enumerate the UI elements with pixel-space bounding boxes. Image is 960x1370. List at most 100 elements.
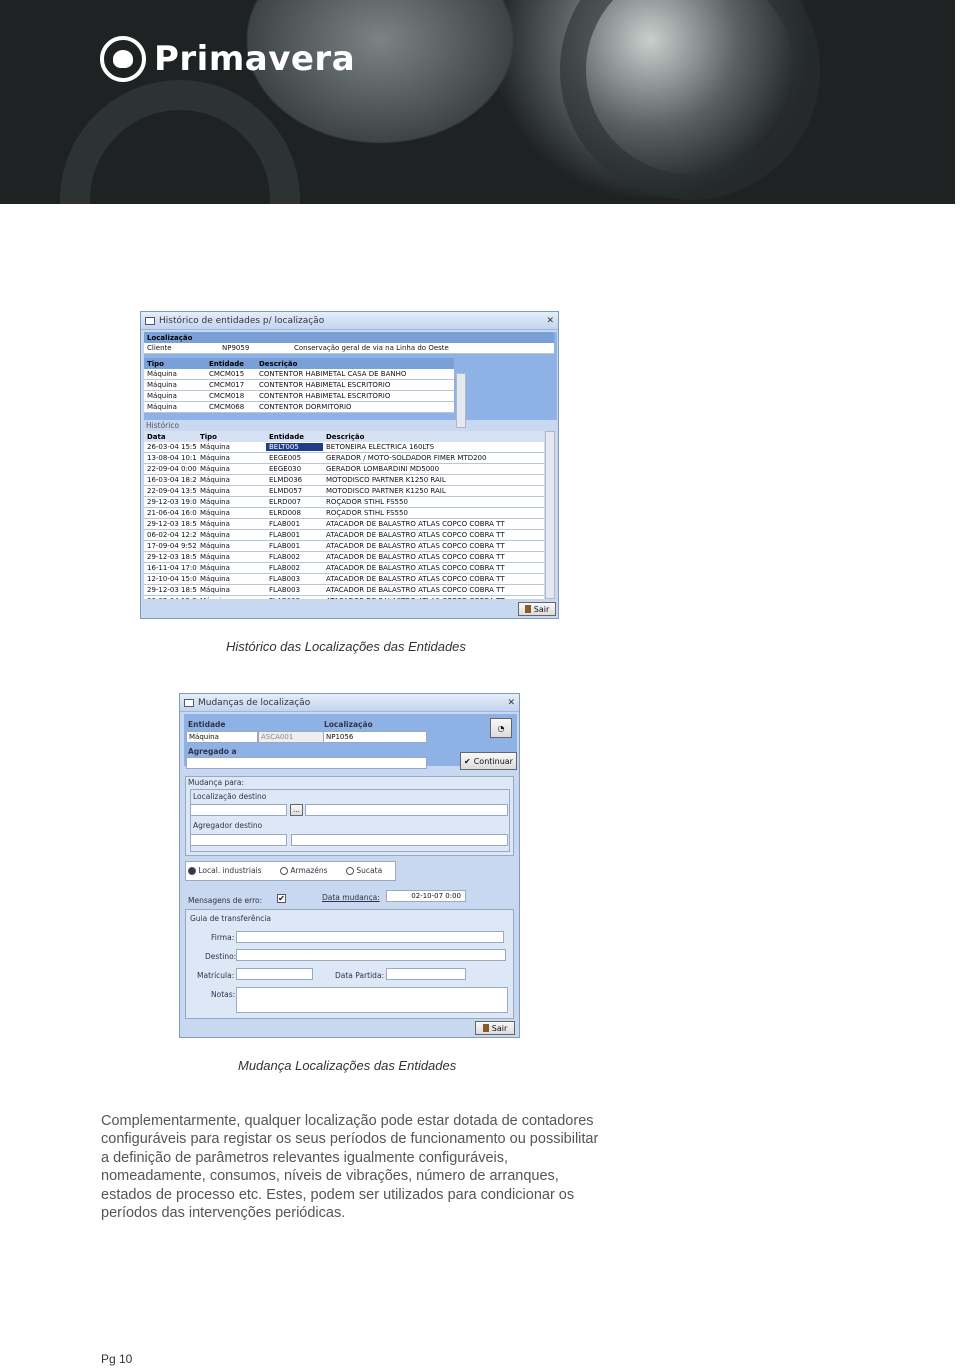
table-row[interactable]: 16-11-04 17:03 Máquina FLAB002 ATACADOR DE … — [144, 563, 544, 574]
exit-button[interactable]: Sair — [475, 1021, 515, 1035]
mudanca-label: Mudança para: — [188, 778, 245, 787]
radio-armazens[interactable]: Armazéns — [280, 866, 328, 875]
table-cell: Máquina — [200, 498, 230, 506]
table-row[interactable]: 17-09-04 9:52 Máquina FLAB001 ATACADOR DE B… — [144, 541, 544, 552]
location-label: Localização — [147, 333, 193, 342]
table-row[interactable]: 16-03-04 18:27 Máquina ELMD036 MOTODISCO PA… — [144, 475, 544, 486]
table-cell: 22-09-04 0:00 — [147, 465, 197, 473]
paragraph-line: configuráveis para registar os seus perí… — [101, 1131, 599, 1148]
table-row[interactable]: 29-12-03 19:07 Máquina ELRD007 ROÇADOR STIH… — [144, 497, 544, 508]
localizacao-field[interactable]: NP1056 — [323, 731, 427, 743]
paragraph-line: estados de processo etc. Estes, podem se… — [101, 1186, 575, 1203]
agregado-field[interactable] — [186, 757, 427, 769]
table-cell: ATACADOR DE BALASTRO ATLAS COPCO COBRA T… — [323, 597, 505, 599]
table-cell: Máquina — [200, 553, 230, 561]
firma-select[interactable] — [236, 931, 504, 943]
table-row[interactable]: 06-02-04 12:26MáquinaFLAB003ATACADOR DE … — [144, 596, 544, 599]
radio-icon — [346, 867, 354, 875]
table-cell: CMCM018 — [209, 392, 245, 400]
window-title: Histórico de entidades p/ localização — [159, 315, 325, 326]
loc-destino-select[interactable] — [190, 804, 287, 816]
firma-label: Firma: — [211, 933, 235, 942]
col-data: Data — [147, 432, 166, 441]
table-cell: Máquina — [147, 403, 177, 411]
mensagens-checkbox[interactable]: ✔ — [277, 894, 286, 903]
agregado-label: Agregado a — [188, 747, 237, 756]
table-row[interactable]: 22-09-04 13:51 Máquina ELMD057 MOTODISCO PA… — [144, 486, 544, 497]
table-row[interactable]: 13-08-04 10:16 Máquina EEGE005 GERADOR / MO… — [144, 453, 544, 464]
table-cell: ELMD036 — [269, 476, 303, 484]
close-button[interactable]: ✕ — [546, 316, 554, 326]
table-row[interactable]: 29-12-03 18:50 Máquina FLAB002 ATACADOR DE … — [144, 552, 544, 563]
loc-destino-desc[interactable] — [305, 804, 508, 816]
entidade-code-field[interactable]: ASCA001 — [258, 731, 324, 743]
table-cell: EEGE030 — [269, 465, 302, 473]
window-title: Mudanças de localização — [198, 697, 311, 708]
gauge-icon: ◔ — [497, 723, 505, 733]
exit-button[interactable]: Sair — [518, 602, 556, 616]
table-row[interactable]: Máquina CMCM018 CONTENTOR HABIMETAL ESCRIT… — [144, 391, 454, 402]
table-row[interactable]: Máquina CMCM015 CONTENTOR HABIMETAL CASA D… — [144, 369, 454, 380]
entities-header: Tipo Entidade Descrição — [144, 358, 454, 369]
table-cell: ROÇADOR STIHL FS550 — [326, 498, 408, 506]
table-row[interactable]: Máquina CMCM068 CONTENTOR DORMITÓRIO — [144, 402, 454, 413]
scrollbar[interactable] — [545, 431, 555, 599]
ellipsis-button[interactable]: ... — [290, 804, 303, 816]
guia-label: Guia de transferência — [190, 914, 272, 923]
table-cell: ATACADOR DE BALASTRO ATLAS COPCO COBRA T… — [326, 520, 505, 528]
entidade-type-field[interactable]: Máquina — [186, 731, 258, 743]
table-cell: ATACADOR DE BALASTRO ATLAS COPCO COBRA T… — [326, 553, 505, 561]
radio-industrial[interactable]: Local. industriais — [188, 866, 262, 875]
table-row[interactable]: 06-02-04 12:26 Máquina FLAB001 ATACADOR DE … — [144, 530, 544, 541]
title-bar: Histórico de entidades p/ localização ✕ — [141, 312, 558, 330]
agregador-desc[interactable] — [291, 834, 508, 846]
col-descricao: Descrição — [326, 432, 365, 441]
continue-button[interactable]: ✔ Continuar — [460, 752, 517, 770]
table-row[interactable]: 12-10-04 15:07 Máquina FLAB003 ATACADOR DE … — [144, 574, 544, 585]
table-cell: FLAB001 — [269, 542, 301, 550]
table-cell: 26-03-04 15:54 — [147, 443, 197, 451]
table-row[interactable]: 29-12-03 18:50 Máquina FLAB003 ATACADOR DE … — [144, 585, 544, 596]
table-cell: Máquina — [147, 392, 177, 400]
history-header: Data Tipo Entidade Descrição — [144, 431, 544, 442]
exit-label: Sair — [533, 604, 550, 614]
col-tipo: Tipo — [200, 432, 217, 441]
data-partida-field[interactable] — [386, 968, 466, 980]
table-cell: FLAB003 — [269, 586, 301, 594]
table-cell: 12-10-04 15:07 — [147, 575, 197, 583]
table-cell: 29-12-03 18:50 — [147, 553, 197, 561]
matricula-field[interactable] — [236, 968, 313, 980]
scrollbar[interactable] — [456, 373, 466, 428]
radio-armazens-label: Armazéns — [290, 866, 328, 875]
table-cell: 16-03-04 18:27 — [147, 476, 197, 484]
gauge-button[interactable]: ◔ — [490, 718, 512, 738]
notas-field[interactable] — [236, 987, 508, 1013]
table-cell: ATACADOR DE BALASTRO ATLAS COPCO COBRA T… — [326, 542, 505, 550]
location-row[interactable]: Cliente NP9059 Conservação geral de via … — [144, 343, 554, 354]
table-cell: ELRD007 — [269, 498, 301, 506]
close-button[interactable]: ✕ — [507, 698, 515, 708]
table-row[interactable]: 21-06-04 16:02 Máquina ELRD008 ROÇADOR STIH… — [144, 508, 544, 519]
data-mudanca-field[interactable]: 02-10-07 0:00 — [386, 890, 466, 902]
page-number: Pg 10 — [101, 1352, 133, 1366]
destino-field[interactable] — [236, 949, 506, 961]
gear-image — [60, 80, 300, 204]
agregador-select[interactable] — [190, 834, 287, 846]
table-cell: Máquina — [200, 509, 230, 517]
door-icon — [524, 605, 531, 613]
radio-sucata[interactable]: Sucata — [346, 866, 382, 875]
gear-image — [560, 0, 820, 200]
table-row[interactable]: Máquina CMCM017 CONTENTOR HABIMETAL ESCRIT… — [144, 380, 454, 391]
table-cell: FLAB002 — [269, 553, 301, 561]
table-cell: EEGE005 — [269, 454, 302, 462]
table-row[interactable]: 22-09-04 0:00 Máquina EEGE030 GERADOR LOMBA… — [144, 464, 544, 475]
table-cell: BETONEIRA ELÉCTRICA 160LTS — [326, 443, 435, 451]
caption-location-change: Mudança Localizações das Entidades — [238, 1058, 457, 1073]
history-window: Histórico de entidades p/ localização ✕ … — [140, 311, 559, 619]
table-row[interactable]: 29-12-03 18:50 Máquina FLAB001 ATACADOR DE … — [144, 519, 544, 530]
col-descricao: Descrição — [259, 359, 298, 368]
table-row[interactable]: 26-03-04 15:54 Máquina BELT005 BETONEIRA EL… — [144, 442, 544, 453]
primavera-logo: Primavera — [100, 36, 355, 82]
caption-history: Histórico das Localizações das Entidades — [226, 639, 466, 654]
table-cell: 13-08-04 10:16 — [147, 454, 197, 462]
